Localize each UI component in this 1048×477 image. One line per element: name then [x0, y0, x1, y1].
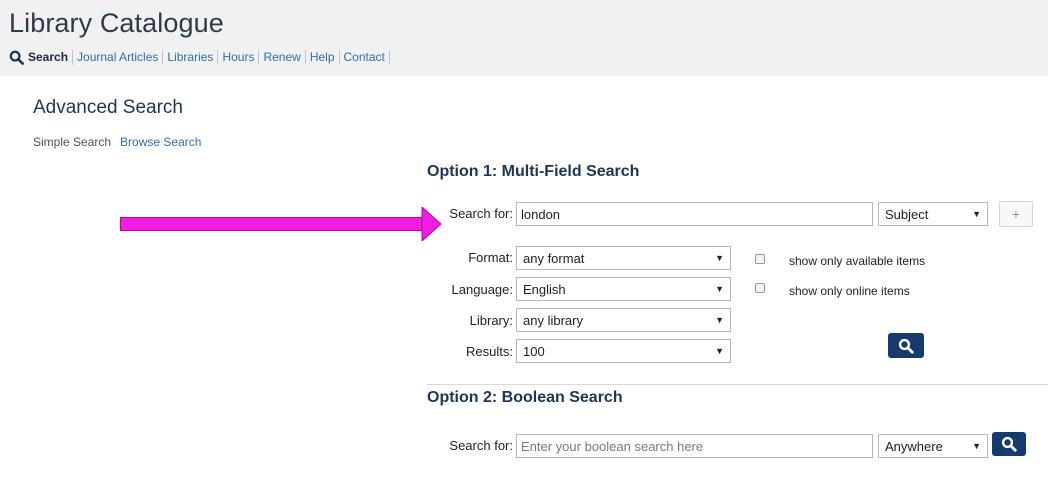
search-icon	[9, 50, 24, 65]
multi-field-search-button[interactable]	[888, 333, 924, 358]
nav-label: Search	[28, 50, 69, 64]
field-select[interactable]: Subject ▼	[878, 202, 988, 226]
library-label: Library:	[469, 313, 513, 328]
nav-item-contact[interactable]: Contact	[340, 50, 390, 64]
search-input[interactable]	[516, 202, 873, 226]
nav-item-journal-articles[interactable]: Journal Articles	[73, 50, 164, 64]
language-select-value: English	[523, 281, 566, 297]
search-mode-nav: Simple Search Browse Search	[33, 135, 201, 149]
results-select[interactable]: 100 ▼	[516, 339, 731, 363]
online-items-label: show only online items	[789, 284, 910, 298]
online-items-checkbox[interactable]	[755, 283, 765, 293]
results-label: Results:	[466, 344, 513, 359]
section-divider	[427, 384, 1048, 385]
top-navigation: Search Journal Articles Libraries Hours …	[9, 49, 390, 65]
library-select-value: any library	[523, 312, 583, 328]
annotation-arrow	[120, 207, 442, 241]
option2-title: Option 2: Boolean Search	[427, 389, 623, 406]
boolean-search-button[interactable]	[992, 432, 1026, 456]
caret-down-icon: ▼	[715, 315, 724, 325]
caret-down-icon: ▼	[972, 441, 981, 451]
boolean-field-select-value: Anywhere	[885, 438, 943, 454]
format-label: Format:	[468, 250, 513, 265]
boolean-search-input[interactable]	[516, 434, 873, 458]
nav-item-renew[interactable]: Renew	[259, 50, 306, 64]
boolean-search-for-label: Search for:	[449, 438, 513, 453]
language-select[interactable]: English ▼	[516, 277, 731, 301]
caret-down-icon: ▼	[715, 253, 724, 263]
format-select[interactable]: any format ▼	[516, 246, 731, 270]
add-field-button[interactable]: +	[999, 201, 1033, 227]
site-title[interactable]: Library Catalogue	[9, 8, 224, 39]
available-items-label: show only available items	[789, 254, 926, 268]
search-icon	[1001, 436, 1017, 452]
nav-item-help[interactable]: Help	[306, 50, 340, 64]
language-label: Language:	[451, 282, 513, 297]
browse-search-link[interactable]: Browse Search	[120, 135, 201, 149]
caret-down-icon: ▼	[972, 209, 981, 219]
caret-down-icon: ▼	[715, 284, 724, 294]
nav-item-search[interactable]: Search	[9, 49, 74, 65]
boolean-field-select[interactable]: Anywhere ▼	[878, 434, 988, 458]
site-header: Library Catalogue Search Journal Article…	[0, 0, 1048, 76]
search-icon	[898, 338, 914, 354]
simple-search-link[interactable]: Simple Search	[33, 135, 111, 149]
caret-down-icon: ▼	[715, 346, 724, 356]
results-select-value: 100	[523, 343, 545, 359]
search-for-label: Search for:	[449, 206, 513, 221]
nav-item-libraries[interactable]: Libraries	[163, 50, 219, 64]
format-select-value: any format	[523, 250, 585, 266]
library-select[interactable]: any library ▼	[516, 308, 731, 332]
field-select-value: Subject	[885, 206, 929, 222]
available-items-checkbox[interactable]	[755, 254, 765, 264]
nav-item-hours[interactable]: Hours	[218, 50, 260, 64]
page-title: Advanced Search	[33, 97, 183, 118]
option1-title: Option 1: Multi-Field Search	[427, 163, 640, 180]
